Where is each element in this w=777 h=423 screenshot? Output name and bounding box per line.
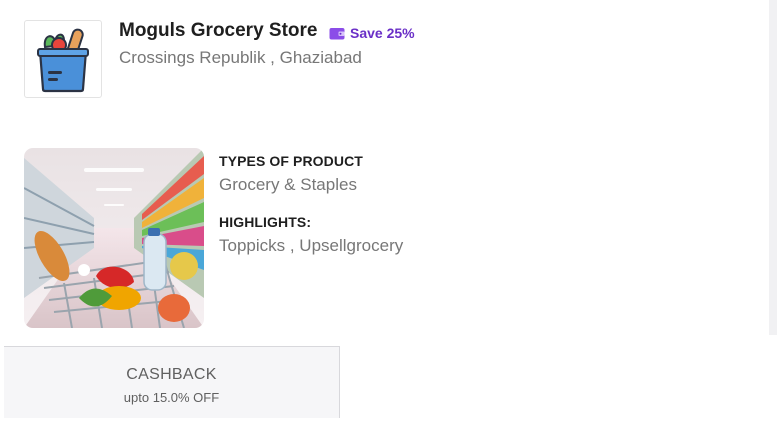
page-background xyxy=(340,335,777,423)
types-of-product-label: TYPES OF PRODUCT xyxy=(219,153,363,169)
card-edge-shadow xyxy=(769,0,777,335)
cashback-subtitle: upto 15.0% OFF xyxy=(123,390,220,405)
cashback-button[interactable]: CASHBACK upto 15.0% OFF xyxy=(4,346,340,418)
shopping-cart-aisle-image xyxy=(24,148,204,328)
store-name[interactable]: Moguls Grocery Store xyxy=(119,20,318,42)
store-location: Crossings Republik , Ghaziabad xyxy=(119,48,362,67)
store-logo[interactable] xyxy=(24,20,102,98)
save-badge: Save 25% xyxy=(329,24,415,42)
highlights-value: Toppicks , Upsellgrocery xyxy=(219,236,404,255)
product-image xyxy=(24,148,204,328)
save-badge-text: Save 25% xyxy=(350,25,415,41)
grocery-bag-icon xyxy=(37,28,89,93)
highlights-label: HIGHLIGHTS: xyxy=(219,214,312,230)
wallet-icon xyxy=(329,27,345,39)
types-of-product-value: Grocery & Staples xyxy=(219,175,357,194)
cashback-title: CASHBACK xyxy=(126,366,217,383)
